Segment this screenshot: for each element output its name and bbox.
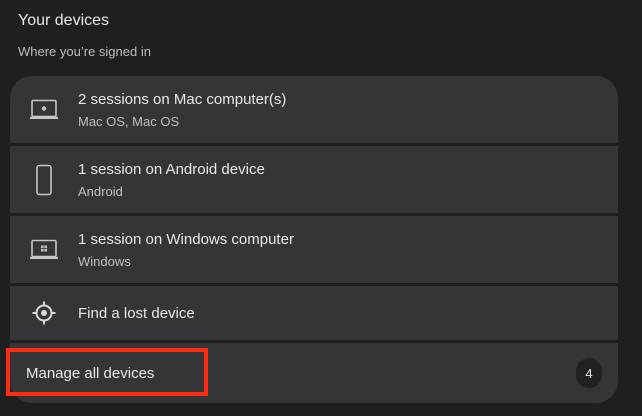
highlight-box: [6, 348, 208, 396]
device-row-android[interactable]: 1 session on Android device Android: [10, 146, 618, 213]
windows-laptop-icon: [10, 230, 78, 270]
android-phone-icon: [10, 160, 78, 200]
device-count-badge: 4: [576, 358, 602, 388]
devices-list: 2 sessions on Mac computer(s) Mac OS, Ma…: [6, 76, 618, 403]
device-title: 1 session on Windows computer: [78, 230, 294, 248]
device-detail: Mac OS, Mac OS: [78, 113, 180, 129]
find-lost-device-label: Find a lost device: [78, 304, 195, 322]
device-row-mac[interactable]: 2 sessions on Mac computer(s) Mac OS, Ma…: [10, 76, 618, 143]
device-detail: Android: [78, 183, 123, 199]
section-subtitle: Where you’re signed in: [18, 44, 151, 59]
device-title: 2 sessions on Mac computer(s): [78, 90, 287, 108]
manage-all-devices-row[interactable]: Manage all devices 4: [6, 343, 618, 403]
devices-header: Your devices Where you’re signed in: [18, 12, 151, 59]
locate-target-icon: [10, 293, 78, 333]
device-detail: Windows: [78, 253, 131, 269]
device-title: 1 session on Android device: [78, 160, 265, 178]
device-row-windows[interactable]: 1 session on Windows computer Windows: [10, 216, 618, 283]
find-lost-device-row[interactable]: Find a lost device: [10, 286, 618, 340]
section-title: Your devices: [18, 12, 110, 29]
mac-laptop-icon: [10, 90, 78, 130]
